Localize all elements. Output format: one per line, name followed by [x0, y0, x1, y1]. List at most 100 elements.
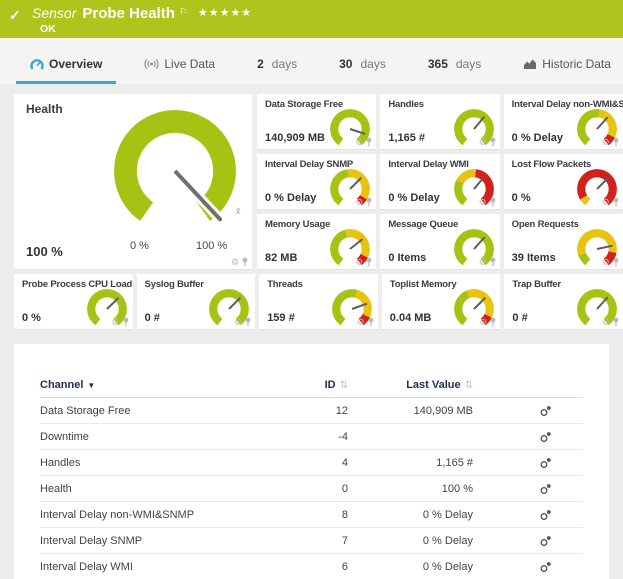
channel-name-link[interactable]: Interval Delay SNMP [40, 535, 273, 547]
gauge-panel: Open Requests 39 Items ⚙ [504, 214, 623, 270]
tab-2-days[interactable]: 2days [243, 49, 311, 84]
gauge-icon [30, 58, 44, 70]
tab-live-data[interactable]: Live Data [130, 49, 229, 84]
channel-last-value: 140,909 MB [348, 405, 473, 417]
pin-icon[interactable] [365, 137, 373, 147]
tab-30-days[interactable]: 30days [325, 49, 400, 84]
gauge-value: 0 % Delay [388, 192, 439, 204]
gear-icon[interactable]: ⚙ [355, 138, 363, 147]
gear-icon[interactable]: ⚙ [479, 318, 487, 327]
channel-name-link[interactable]: Data Storage Free [40, 405, 273, 417]
gauge-panel: Interval Delay WMI 0 % Delay ⚙ [380, 154, 499, 210]
tab-historic-data[interactable]: Historic Data [509, 49, 623, 84]
gauge-value: 0 Items [388, 252, 426, 264]
channel-last-value: 0 % Delay [348, 561, 473, 573]
channel-settings-icon[interactable] [539, 405, 552, 417]
channel-id: 0 [273, 483, 348, 495]
gauge-title: Memory Usage [265, 219, 330, 230]
status-badge: OK [10, 23, 623, 36]
channel-last-value: 100 % [348, 483, 473, 495]
gauge-bottom-row: Probe Process CPU Load 0 % ⚙ Syslog Buff… [14, 274, 623, 330]
column-header-channel[interactable]: Channel▼ [40, 379, 273, 391]
pin-icon[interactable] [122, 317, 130, 327]
channel-settings-icon[interactable] [539, 483, 552, 495]
channel-name-link[interactable]: Downtime [40, 431, 273, 443]
column-header-last-value[interactable]: Last Value⇅ [348, 379, 473, 391]
gauge-panel: Handles 1,165 # ⚙ [380, 94, 499, 150]
gear-icon[interactable]: ⚙ [357, 318, 365, 327]
pin-icon[interactable] [489, 317, 497, 327]
column-header-id[interactable]: ID⇅ [273, 379, 348, 391]
gauge-value: 0.04 MB [390, 312, 432, 324]
pin-icon[interactable] [365, 197, 373, 207]
gauge-value: 1,165 # [388, 132, 425, 144]
gauge-scale-min: 0 % [130, 240, 149, 252]
channel-id: 8 [273, 509, 348, 521]
pin-icon[interactable] [612, 137, 620, 147]
gear-icon[interactable]: ⚙ [479, 138, 487, 147]
pin-icon[interactable] [365, 257, 373, 267]
gear-icon[interactable]: ⚙ [112, 318, 120, 327]
tab-bar: Overview Live Data 2days 30days 365days … [0, 38, 623, 84]
channel-settings-icon[interactable] [539, 535, 552, 547]
gauge-value: 39 Items [512, 252, 556, 264]
gauge-value: 0 # [145, 312, 160, 324]
gear-icon[interactable]: ⚙ [602, 258, 610, 267]
pin-icon[interactable] [244, 317, 252, 327]
channel-name-link[interactable]: Interval Delay non-WMI&SNMP [40, 509, 273, 521]
gear-icon[interactable]: ⚙ [234, 318, 242, 327]
channel-name-link[interactable]: Handles [40, 457, 273, 469]
gauge-panel: Data Storage Free 140,909 MB ⚙ [257, 94, 376, 150]
gauge-title: Open Requests [512, 219, 579, 230]
pin-icon[interactable] [612, 197, 620, 207]
gear-icon[interactable]: ⚙ [479, 258, 487, 267]
broadcast-icon [144, 58, 159, 70]
table-row: Interval Delay SNMP 7 0 % Delay [40, 528, 583, 554]
gauge-title: Threads [267, 279, 303, 290]
gauge-title: Handles [388, 99, 424, 110]
channel-last-value: 1,165 # [348, 457, 473, 469]
channel-name-link[interactable]: Health [40, 483, 273, 495]
table-row: Interval Delay non-WMI&SNMP 8 0 % Delay [40, 502, 583, 528]
pin-icon[interactable] [612, 257, 620, 267]
table-row: Data Storage Free 12 140,909 MB [40, 398, 583, 424]
health-gauge-panel: Health x̄ 0 % 100 % 100 % ⚙ [14, 94, 252, 270]
channel-last-value: 0 % Delay [348, 509, 473, 521]
gear-icon[interactable]: ⚙ [355, 258, 363, 267]
pin-icon[interactable] [489, 257, 497, 267]
panel-title: Health [26, 102, 63, 116]
pin-icon[interactable] [241, 257, 249, 267]
gauge-title: Trap Buffer [512, 279, 560, 290]
channel-id: 4 [273, 457, 348, 469]
gear-icon[interactable]: ⚙ [602, 138, 610, 147]
gear-icon[interactable]: ⚙ [231, 258, 239, 267]
gear-icon[interactable]: ⚙ [602, 318, 610, 327]
pin-icon[interactable] [489, 197, 497, 207]
pin-icon[interactable] [612, 317, 620, 327]
gear-icon[interactable]: ⚙ [602, 198, 610, 207]
gauge-value: 140,909 MB [265, 132, 325, 144]
priority-stars[interactable]: ★★★★★ [198, 7, 252, 19]
tab-overview[interactable]: Overview [16, 49, 116, 84]
gauge-value: 100 % [26, 244, 63, 259]
pin-icon[interactable] [489, 137, 497, 147]
overview-content: Health x̄ 0 % 100 % 100 % ⚙ Data Storage… [0, 84, 623, 579]
channel-settings-icon[interactable] [539, 457, 552, 469]
channel-settings-icon[interactable] [539, 561, 552, 573]
channel-table-panel: Channel▼ ID⇅ Last Value⇅ Data Storage Fr… [14, 344, 609, 579]
sort-icon: ⇅ [465, 380, 473, 391]
health-gauge-dial [114, 110, 236, 232]
flag-icon[interactable]: ⚐ [179, 7, 188, 18]
channel-settings-icon[interactable] [539, 509, 552, 521]
tab-365-days[interactable]: 365days [414, 49, 495, 84]
average-marker: x̄ [236, 206, 241, 216]
sort-icon: ⇅ [340, 380, 348, 391]
channel-name-link[interactable]: Interval Delay WMI [40, 561, 273, 573]
pin-icon[interactable] [367, 317, 375, 327]
gear-icon[interactable]: ⚙ [355, 198, 363, 207]
channel-settings-icon[interactable] [539, 431, 552, 443]
gear-icon[interactable]: ⚙ [479, 198, 487, 207]
channel-last-value: 0 % Delay [348, 535, 473, 547]
sort-desc-icon: ▼ [87, 381, 95, 390]
channel-id: 7 [273, 535, 348, 547]
